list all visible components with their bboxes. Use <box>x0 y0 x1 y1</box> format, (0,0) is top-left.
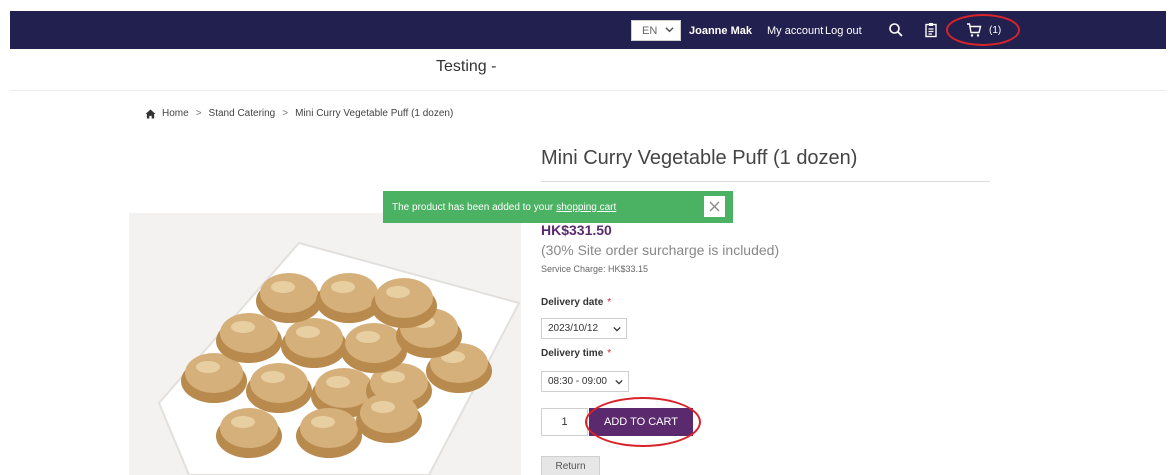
language-select[interactable]: EN <box>631 20 681 41</box>
home-icon <box>145 108 156 119</box>
puff-highlight <box>231 321 255 333</box>
product-title: Mini Curry Vegetable Puff (1 dozen) <box>541 147 858 169</box>
breadcrumb-category[interactable]: Stand Catering <box>209 108 276 119</box>
delivery-time-label-text: Delivery time <box>541 348 604 359</box>
service-charge: Service Charge: HK$33.15 <box>541 264 649 274</box>
puff-top <box>260 273 318 313</box>
puff-highlight <box>231 416 255 428</box>
breadcrumb-separator-icon: > <box>282 108 289 119</box>
puff-top <box>360 393 418 433</box>
close-icon[interactable] <box>704 196 725 217</box>
header-divider <box>10 90 1166 91</box>
puff-highlight <box>386 286 410 298</box>
shopping-cart-link[interactable]: shopping cart <box>556 202 616 213</box>
breadcrumb: Home > Stand Catering > Mini Curry Veget… <box>145 108 453 119</box>
chevron-down-icon <box>665 27 674 33</box>
return-button[interactable]: Return <box>541 456 600 475</box>
delivery-date-label: Delivery date * <box>541 297 611 308</box>
puff-highlight <box>331 281 355 293</box>
clipboard-icon[interactable] <box>923 22 939 38</box>
product-photo <box>129 213 521 475</box>
surcharge-note: (30% Site order surcharge is included) <box>541 242 780 258</box>
puff-top <box>220 313 278 353</box>
delivery-time-select[interactable]: 08:30 - 09:00 <box>541 371 629 392</box>
language-value: EN <box>642 24 658 37</box>
added-to-cart-toast: The product has been added to your shopp… <box>383 191 733 223</box>
log-out-link[interactable]: Log out <box>825 25 862 37</box>
puff-highlight <box>196 361 220 373</box>
puff-top <box>345 323 403 363</box>
puff-top <box>315 368 373 408</box>
chevron-down-icon <box>615 379 623 385</box>
title-divider <box>541 181 990 182</box>
delivery-date-value: 2023/10/12 <box>548 323 599 334</box>
puff-top <box>220 408 278 448</box>
quantity-input[interactable]: 1 <box>541 408 588 436</box>
puff-highlight <box>356 331 380 343</box>
close-x-icon <box>709 201 720 212</box>
required-mark: * <box>607 348 612 359</box>
add-to-cart-annotation-circle <box>585 397 701 447</box>
breadcrumb-home[interactable]: Home <box>162 108 189 119</box>
product-price: HK$331.50 <box>541 222 612 238</box>
puff-highlight <box>271 281 295 293</box>
user-name-link[interactable]: Joanne Mak <box>689 25 752 37</box>
delivery-time-value: 08:30 - 09:00 <box>548 376 607 387</box>
puff-top <box>320 273 378 313</box>
puff-top <box>250 363 308 403</box>
required-mark: * <box>607 297 612 308</box>
puff-highlight <box>261 371 285 383</box>
toast-message: The product has been added to your <box>392 201 554 213</box>
delivery-time-label: Delivery time * <box>541 348 611 359</box>
delivery-date-select[interactable]: 2023/10/12 <box>541 318 627 339</box>
breadcrumb-separator-icon: > <box>195 108 202 119</box>
puff-highlight <box>381 371 405 383</box>
puff-highlight <box>371 401 395 413</box>
breadcrumb-current: Mini Curry Vegetable Puff (1 dozen) <box>295 108 454 119</box>
puff-top <box>375 278 433 318</box>
cart-annotation-circle <box>946 14 1020 46</box>
puff-top <box>300 408 358 448</box>
product-image <box>129 213 521 475</box>
site-title: Testing - <box>436 58 497 75</box>
delivery-date-label-text: Delivery date <box>541 297 604 308</box>
search-icon[interactable] <box>888 22 904 38</box>
puff-top <box>285 318 343 358</box>
puff-highlight <box>311 416 335 428</box>
puff-highlight <box>326 376 350 388</box>
my-account-link[interactable]: My account <box>767 25 823 37</box>
chevron-down-icon <box>613 326 621 332</box>
puff-highlight <box>296 326 320 338</box>
